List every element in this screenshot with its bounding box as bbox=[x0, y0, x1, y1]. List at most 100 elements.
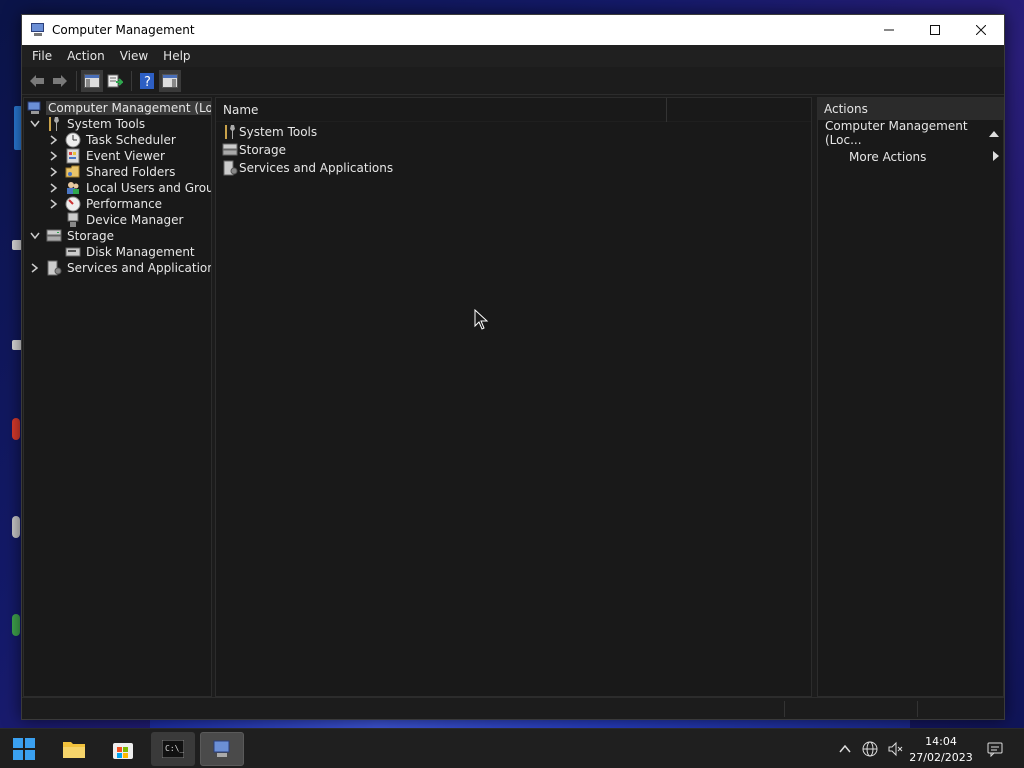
menu-view[interactable]: View bbox=[114, 49, 154, 63]
event-viewer-icon bbox=[66, 148, 80, 164]
actions-header: Actions bbox=[818, 98, 1003, 120]
actions-section-computer-management[interactable]: Computer Management (Loc... bbox=[825, 119, 999, 147]
show-hide-action-pane-icon bbox=[162, 73, 178, 88]
tree-item-device-manager[interactable]: Device Manager bbox=[65, 212, 185, 228]
tree-item-task-scheduler[interactable]: Task Scheduler bbox=[48, 132, 178, 148]
menu-file[interactable]: File bbox=[26, 49, 58, 63]
actions-section-label: Computer Management (Loc... bbox=[825, 119, 968, 147]
list-item[interactable]: Storage bbox=[222, 141, 286, 159]
tree-label: Services and Applications bbox=[67, 261, 212, 275]
tree-label: Device Manager bbox=[86, 213, 184, 227]
help-button[interactable]: ? bbox=[136, 70, 158, 92]
minimize-icon bbox=[884, 29, 894, 31]
performance-icon bbox=[65, 196, 81, 212]
clock-icon bbox=[65, 132, 81, 148]
list-item[interactable]: Services and Applications bbox=[222, 159, 393, 177]
show-hide-action-pane-button[interactable] bbox=[159, 69, 181, 92]
desktop-icon[interactable] bbox=[12, 418, 20, 440]
volume-muted-icon[interactable] bbox=[886, 740, 904, 758]
tree-item-storage[interactable]: Storage bbox=[29, 228, 116, 244]
tree-item-performance[interactable]: Performance bbox=[48, 196, 164, 212]
status-bar bbox=[22, 697, 1004, 719]
window-controls bbox=[866, 15, 1004, 45]
tree-item-root[interactable]: Computer Management (Local) bbox=[27, 100, 211, 116]
store-icon bbox=[113, 743, 133, 759]
menu-action[interactable]: Action bbox=[61, 49, 111, 63]
show-hide-console-tree-button[interactable] bbox=[81, 69, 103, 92]
tree-item-event-viewer[interactable]: Event Viewer bbox=[48, 148, 167, 164]
taskbar-computer-management[interactable] bbox=[200, 732, 244, 766]
tree-item-local-users[interactable]: Local Users and Groups bbox=[48, 180, 211, 196]
maximize-button[interactable] bbox=[912, 15, 958, 45]
desktop-icon[interactable] bbox=[12, 516, 20, 538]
svg-text:C:\_: C:\_ bbox=[165, 744, 184, 753]
shared-folder-icon bbox=[65, 165, 80, 178]
tools-icon bbox=[49, 117, 59, 131]
more-actions-item[interactable]: More Actions bbox=[849, 148, 999, 166]
taskbar-store[interactable] bbox=[105, 732, 141, 766]
list-item[interactable]: System Tools bbox=[222, 123, 317, 141]
clock-date: 27/02/2023 bbox=[909, 751, 973, 764]
chevron-right-icon[interactable] bbox=[48, 182, 60, 194]
back-button[interactable] bbox=[26, 70, 48, 92]
column-header: Name bbox=[216, 98, 811, 122]
tree-item-system-tools[interactable]: System Tools bbox=[29, 116, 147, 132]
start-button[interactable] bbox=[6, 732, 42, 766]
chevron-right-icon[interactable] bbox=[48, 166, 60, 178]
network-globe-icon[interactable] bbox=[861, 740, 879, 758]
tree-item-shared-folders[interactable]: Shared Folders bbox=[48, 164, 177, 180]
services-icon bbox=[223, 160, 238, 176]
tree-item-disk-management[interactable]: Disk Management bbox=[65, 244, 197, 260]
taskbar: C:\_ 14:04 27/02/2023 bbox=[0, 728, 1024, 768]
results-pane: Name System Tools Storage Services and A… bbox=[215, 97, 812, 697]
back-arrow-icon bbox=[30, 74, 44, 87]
storage-icon bbox=[46, 229, 62, 242]
desktop-icon[interactable] bbox=[12, 614, 20, 636]
show-hidden-icons-chevron-up-icon[interactable] bbox=[836, 740, 854, 758]
device-manager-icon bbox=[67, 212, 79, 227]
menu-help[interactable]: Help bbox=[157, 49, 196, 63]
export-list-button[interactable] bbox=[104, 70, 126, 92]
storage-icon bbox=[222, 143, 238, 156]
chevron-right-icon[interactable] bbox=[48, 150, 60, 162]
tree-label: Event Viewer bbox=[86, 149, 165, 163]
show-hide-console-tree-icon bbox=[84, 73, 100, 88]
folder-icon bbox=[63, 742, 85, 758]
maximize-icon bbox=[930, 25, 940, 35]
tree-label: System Tools bbox=[67, 117, 146, 131]
status-separator bbox=[917, 701, 918, 717]
console-tree: Computer Management (Local) System Tools… bbox=[23, 97, 212, 697]
toolbar-separator bbox=[76, 70, 77, 91]
forward-button[interactable] bbox=[49, 70, 71, 92]
tree-item-services[interactable]: Services and Applications bbox=[29, 260, 212, 276]
chevron-down-icon[interactable] bbox=[29, 230, 41, 242]
tools-icon bbox=[225, 125, 235, 139]
computer-management-icon bbox=[27, 101, 41, 114]
chevron-right-icon[interactable] bbox=[48, 198, 60, 210]
submenu-arrow-icon bbox=[993, 150, 999, 164]
taskbar-command-prompt[interactable]: C:\_ bbox=[151, 732, 195, 766]
taskbar-file-explorer[interactable] bbox=[56, 732, 92, 766]
notification-center-icon[interactable] bbox=[986, 740, 1004, 758]
computer-management-icon bbox=[30, 22, 46, 38]
help-icon: ? bbox=[140, 72, 154, 89]
close-button[interactable] bbox=[958, 15, 1004, 45]
svg-text:?: ? bbox=[144, 75, 151, 89]
toolbar: ? bbox=[22, 67, 1004, 95]
column-name-header[interactable]: Name bbox=[216, 98, 667, 122]
taskbar-clock[interactable]: 14:04 27/02/2023 bbox=[905, 734, 977, 766]
chevron-right-icon[interactable] bbox=[29, 262, 41, 274]
services-icon bbox=[47, 260, 62, 276]
command-prompt-icon: C:\_ bbox=[162, 740, 184, 758]
chevron-right-icon[interactable] bbox=[48, 134, 60, 146]
minimize-button[interactable] bbox=[866, 15, 912, 45]
list-item-label: Services and Applications bbox=[239, 161, 394, 175]
chevron-down-icon[interactable] bbox=[29, 118, 41, 130]
tree-label: Storage bbox=[67, 229, 114, 243]
tree-label: Performance bbox=[86, 197, 163, 211]
title-bar[interactable]: Computer Management bbox=[22, 15, 1004, 45]
collapse-up-icon[interactable] bbox=[989, 126, 999, 140]
clock-time: 14:04 bbox=[925, 735, 957, 748]
more-actions-label: More Actions bbox=[849, 150, 927, 164]
tree-label: Computer Management (Local) bbox=[46, 101, 211, 115]
